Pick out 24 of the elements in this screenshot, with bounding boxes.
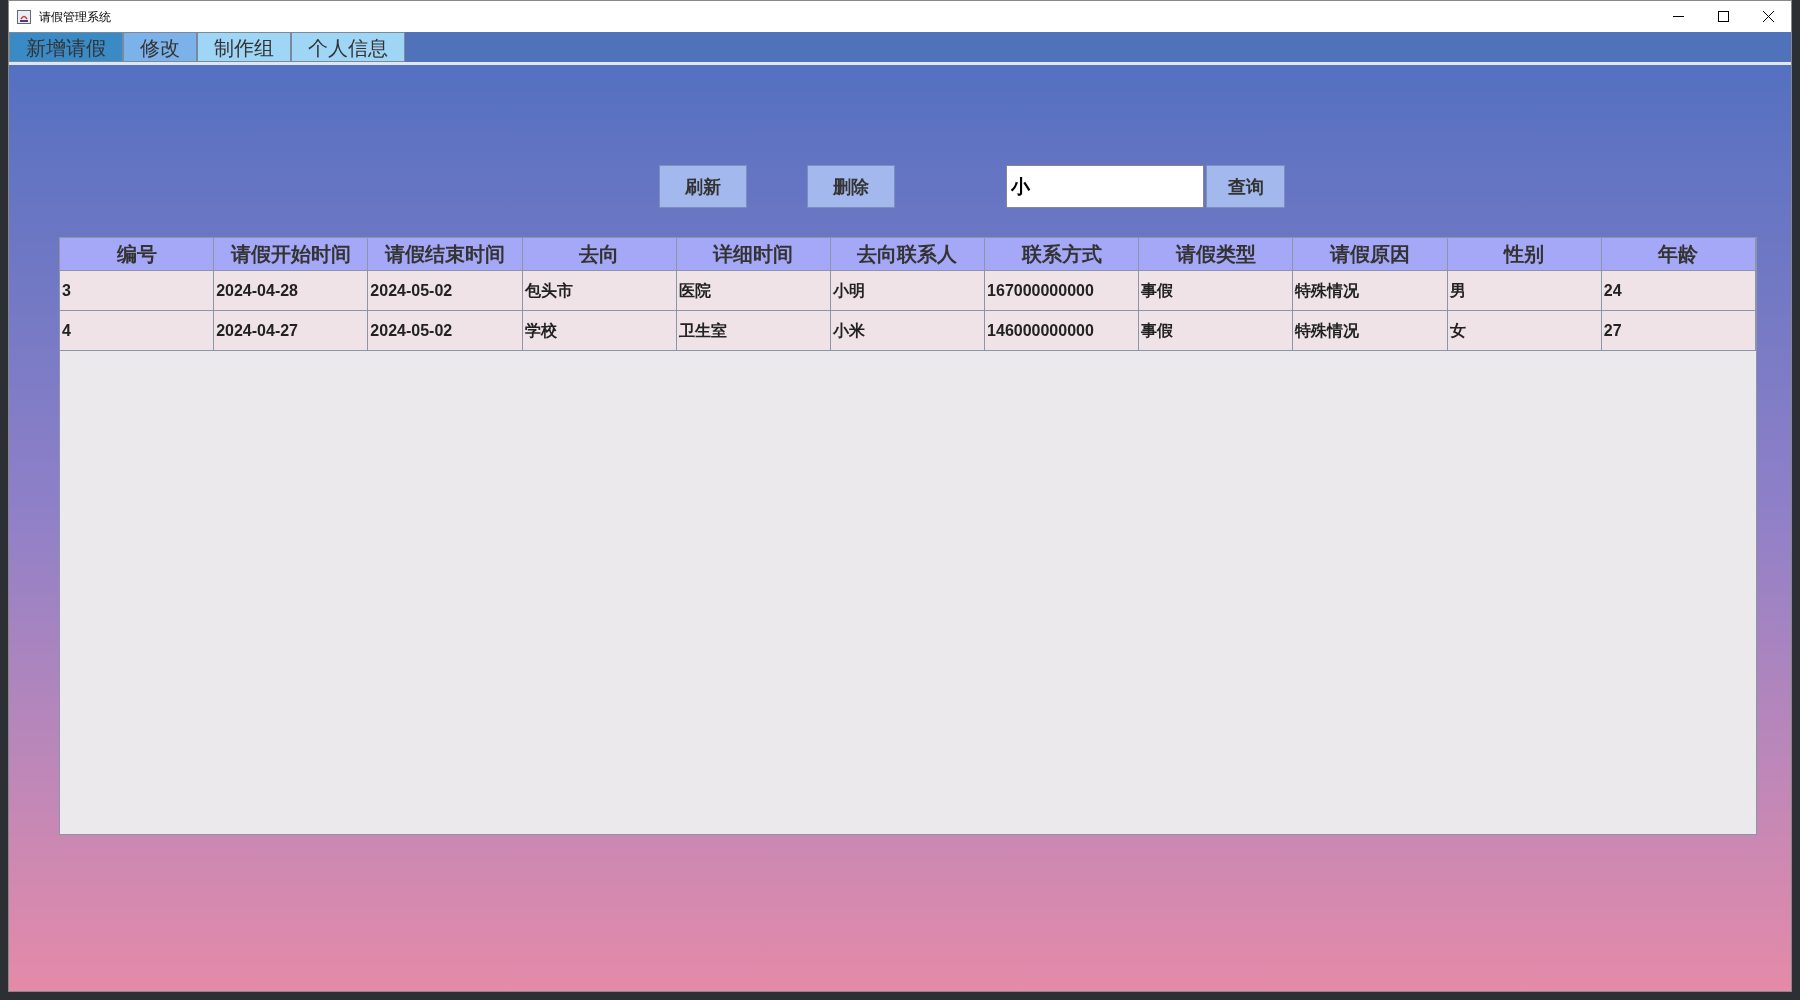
table-cell: 2024-04-27	[214, 311, 369, 351]
table-cell: 小米	[830, 311, 986, 351]
tab[interactable]: 制作组	[197, 32, 291, 62]
search-field[interactable]: 小	[1006, 165, 1204, 208]
table-cell: 事假	[1139, 311, 1294, 351]
table-cell: 女	[1447, 311, 1602, 351]
tab[interactable]: 修改	[123, 32, 197, 62]
close-icon	[1763, 11, 1774, 22]
tab[interactable]: 新增请假	[9, 32, 123, 62]
toolbar-button[interactable]: 删除	[807, 165, 895, 208]
table-cell: 4	[60, 311, 215, 351]
table-cell: 学校	[522, 311, 677, 351]
search-button[interactable]: 查询	[1206, 165, 1285, 208]
maximize-icon	[1718, 11, 1729, 22]
window-title: 请假管理系统	[39, 8, 111, 26]
tab[interactable]: 个人信息	[291, 32, 405, 62]
table-cell: 卫生室	[676, 311, 831, 351]
table-cell: 2024-05-02	[368, 311, 523, 351]
toolbar-button[interactable]: 刷新	[659, 165, 747, 208]
app-icon	[17, 9, 31, 24]
table-cell: 146000000000	[985, 311, 1140, 351]
minimize-icon	[1673, 15, 1684, 18]
table-cell: 27	[1601, 311, 1756, 351]
table-cell: 特殊情况	[1293, 311, 1448, 351]
